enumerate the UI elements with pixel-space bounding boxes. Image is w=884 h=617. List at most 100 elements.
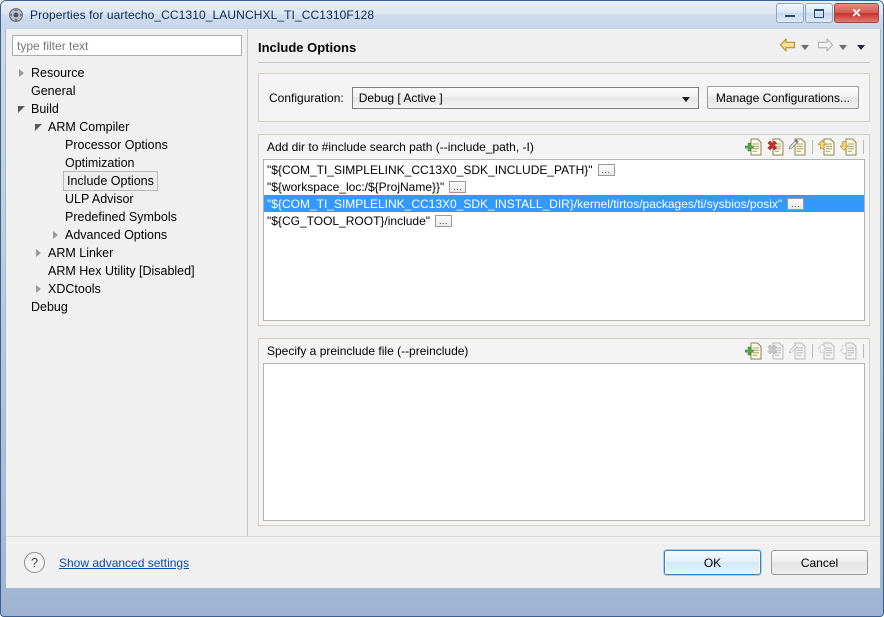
minimize-button[interactable]	[776, 3, 804, 23]
help-icon[interactable]: ?	[24, 552, 45, 573]
list-item-path: "${workspace_loc:/${ProjName}}"	[267, 179, 445, 194]
ok-button[interactable]: OK	[664, 550, 761, 575]
sidebar-item-label: ULP Advisor	[65, 192, 134, 206]
configuration-value: Debug [ Active ]	[358, 90, 443, 105]
sidebar-item-resource[interactable]: Resource	[12, 64, 242, 82]
sidebar-item-ulp-advisor[interactable]: ULP Advisor	[12, 190, 242, 208]
chevron-down-icon[interactable]	[33, 118, 46, 136]
back-history-chevron-down-icon[interactable]	[801, 45, 809, 50]
sidebar-item-label: Processor Options	[65, 138, 168, 152]
chevron-right-icon[interactable]	[33, 244, 46, 262]
sidebar-item-label: XDCtools	[48, 282, 101, 296]
chevron-down-icon[interactable]	[16, 100, 29, 118]
filter-input[interactable]	[12, 35, 242, 56]
list-item-path: "${COM_TI_SIMPLELINK_CC13X0_SDK_INCLUDE_…	[267, 162, 593, 177]
sidebar-item-label: ARM Hex Utility [Disabled]	[48, 264, 195, 278]
sidebar-item-label: Resource	[31, 66, 85, 80]
settings-tree-pane: Resource General Build ARM Compiler Processo…	[6, 29, 248, 536]
browse-variable-button[interactable]: ...	[787, 197, 805, 210]
toolbar-separator	[812, 140, 813, 154]
chevron-right-icon[interactable]	[16, 64, 29, 82]
list-item[interactable]: "${workspace_loc:/${ProjName}}"...	[264, 178, 864, 195]
close-button[interactable]: ✕	[834, 3, 879, 23]
toolbar-separator	[812, 344, 813, 358]
browse-variable-button[interactable]: ...	[435, 214, 453, 227]
move-up-icon[interactable]	[818, 138, 836, 156]
sidebar-item-general[interactable]: General	[12, 82, 242, 100]
sidebar-item-label: ARM Compiler	[48, 120, 130, 134]
include-paths-panel: Add dir to #include search path (--inclu…	[258, 134, 870, 326]
sidebar-item-label: Predefined Symbols	[65, 210, 177, 224]
sidebar-item-advanced-options[interactable]: Advanced Options	[12, 226, 242, 244]
add-icon[interactable]	[745, 138, 763, 156]
dialog-content: Resource General Build ARM Compiler Processo…	[5, 29, 881, 589]
show-advanced-settings-link[interactable]: Show advanced settings	[59, 556, 189, 570]
add-icon[interactable]	[745, 342, 763, 360]
browse-variable-button[interactable]: ...	[449, 180, 467, 193]
page-header: Include Options	[258, 37, 870, 63]
page-navigation	[779, 38, 870, 57]
page-title: Include Options	[258, 40, 357, 55]
sidebar-item-build[interactable]: Build	[12, 100, 242, 118]
sidebar-item-arm-hex-utility-disabled[interactable]: ARM Hex Utility [Disabled]	[12, 262, 242, 280]
delete-icon	[767, 342, 785, 360]
sidebar-item-processor-options[interactable]: Processor Options	[12, 136, 242, 154]
minimize-icon	[785, 15, 795, 17]
delete-icon[interactable]	[767, 138, 785, 156]
settings-tree[interactable]: Resource General Build ARM Compiler Processo…	[12, 64, 242, 536]
forward-history-chevron-down-icon[interactable]	[839, 45, 847, 50]
preinclude-toolbar	[745, 342, 865, 360]
maximize-button[interactable]	[805, 3, 833, 23]
list-item[interactable]: "${CG_TOOL_ROOT}/include"...	[264, 212, 864, 229]
sidebar-item-label: ARM Linker	[48, 246, 114, 260]
maximize-icon	[814, 8, 824, 18]
toolbar-separator	[863, 344, 864, 358]
include-paths-title: Add dir to #include search path (--inclu…	[267, 140, 534, 154]
configuration-label: Configuration:	[269, 90, 344, 105]
footer-buttons: OK Cancel	[664, 550, 868, 575]
sidebar-item-label: Optimization	[65, 156, 135, 170]
forward-arrow-icon	[817, 38, 834, 57]
sidebar-item-include-options[interactable]: Include Options	[12, 171, 242, 191]
browse-variable-button[interactable]: ...	[597, 163, 615, 176]
configuration-select[interactable]: Debug [ Active ]	[351, 86, 699, 109]
include-paths-list[interactable]: "${COM_TI_SIMPLELINK_CC13X0_SDK_INCLUDE_…	[263, 159, 865, 321]
list-item[interactable]: "${COM_TI_SIMPLELINK_CC13X0_SDK_INSTALL_…	[264, 195, 864, 212]
sidebar-item-label: General	[31, 84, 76, 98]
preinclude-header: Specify a preinclude file (--preinclude)	[259, 339, 869, 363]
configuration-group: Configuration: Debug [ Active ] Manage C…	[258, 73, 870, 122]
sidebar-item-xdctools[interactable]: XDCtools	[12, 280, 242, 298]
dialog-footer: ? Show advanced settings OK Cancel	[6, 536, 880, 588]
sidebar-item-arm-linker[interactable]: ARM Linker	[12, 244, 242, 262]
preinclude-list[interactable]	[263, 363, 865, 521]
properties-dialog-window: Properties for uartecho_CC1310_LAUNCHXL_…	[0, 0, 884, 617]
chevron-right-icon[interactable]	[50, 226, 63, 244]
sidebar-item-label: Build	[31, 102, 59, 116]
sidebar-item-label: Debug	[31, 300, 68, 314]
manage-configurations-button[interactable]: Manage Configurations...	[706, 86, 859, 109]
cancel-button[interactable]: Cancel	[771, 550, 868, 575]
sidebar-item-debug[interactable]: Debug	[12, 298, 242, 316]
preinclude-title: Specify a preinclude file (--preinclude)	[267, 344, 469, 358]
include-paths-toolbar	[745, 138, 865, 156]
preinclude-panel: Specify a preinclude file (--preinclude)	[258, 338, 870, 526]
sidebar-item-predefined-symbols[interactable]: Predefined Symbols	[12, 208, 242, 226]
sidebar-item-optimization[interactable]: Optimization	[12, 154, 242, 172]
back-arrow-icon[interactable]	[779, 38, 796, 57]
edit-icon	[789, 342, 807, 360]
move-down-icon[interactable]	[840, 138, 858, 156]
window-title: Properties for uartecho_CC1310_LAUNCHXL_…	[30, 8, 375, 22]
chevron-right-icon[interactable]	[33, 280, 46, 298]
sidebar-item-arm-compiler[interactable]: ARM Compiler	[12, 118, 242, 136]
edit-icon[interactable]	[789, 138, 807, 156]
list-item[interactable]: "${COM_TI_SIMPLELINK_CC13X0_SDK_INCLUDE_…	[264, 161, 864, 178]
page-menu-chevron-down-icon[interactable]	[857, 45, 865, 50]
chevron-down-icon	[681, 96, 690, 102]
include-paths-header: Add dir to #include search path (--inclu…	[259, 135, 869, 159]
